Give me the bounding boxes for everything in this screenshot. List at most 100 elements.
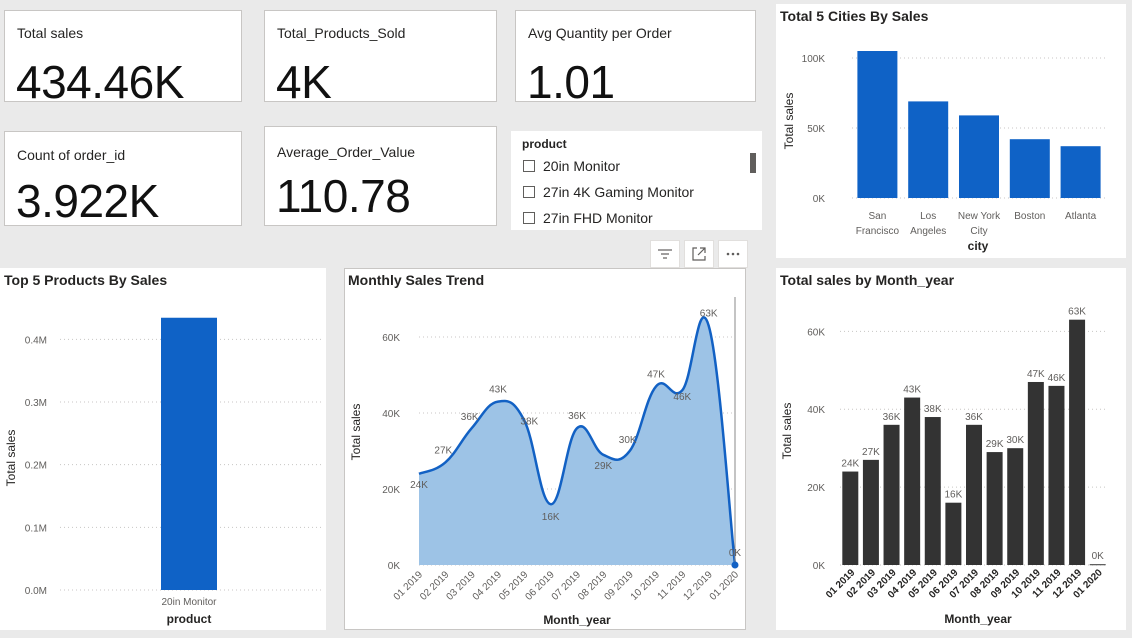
bar: [959, 115, 999, 198]
chart-products[interactable]: 0.0M 0.1M 0.2M 0.3M 0.4M 20in Monitor Total sa…: [0, 268, 326, 630]
x-tick-label: Atlanta: [1065, 211, 1097, 222]
x-axis-title: city: [968, 239, 989, 253]
data-label: 46K: [1048, 373, 1066, 384]
panel-cities: Total 5 Cities By Sales 0K 50K 100K San Fran…: [776, 4, 1126, 258]
bar: [1089, 564, 1106, 566]
x-tick-label: Los: [920, 211, 936, 222]
x-axis-title: product: [167, 612, 212, 626]
chart-cities[interactable]: 0K 50K 100K San Francisco Los Angeles New York C…: [776, 4, 1126, 258]
bar: [1069, 319, 1086, 565]
y-tick-label: 100K: [802, 54, 826, 65]
filter-button[interactable]: [650, 240, 680, 268]
x-tick-label: Francisco: [856, 226, 900, 237]
data-label: 16K: [542, 512, 560, 523]
bar: [1027, 381, 1044, 565]
kpi-value: 434.46K: [16, 56, 184, 108]
data-label: 0K: [1092, 551, 1105, 562]
kpi-value: 3.922K: [16, 175, 159, 227]
data-label: 47K: [647, 369, 665, 380]
kpi-card-average-order-value[interactable]: Average_Order_Value 110.78: [264, 126, 497, 226]
kpi-card-avg-quantity[interactable]: Avg Quantity per Order 1.01: [515, 10, 756, 108]
data-label: 47K: [1027, 369, 1045, 380]
data-label: 30K: [619, 435, 637, 446]
kpi-card-total-sales[interactable]: Total sales 434.46K: [4, 10, 242, 108]
y-axis-title: Total sales: [349, 404, 363, 461]
bar: [908, 101, 949, 198]
y-tick-label: 0.0M: [25, 586, 47, 597]
slicer-item-20in-monitor[interactable]: 20in Monitor: [523, 158, 620, 174]
x-tick-label: Boston: [1014, 211, 1045, 222]
data-label: 38K: [520, 417, 538, 428]
slicer-scrollbar[interactable]: [750, 153, 756, 173]
y-tick-label: 0K: [388, 561, 401, 572]
chart-monthly[interactable]: 0K20K40K60K24K01 201927K02 201936K03 201…: [776, 268, 1126, 630]
data-label: 36K: [965, 412, 983, 423]
y-tick-label: 20K: [382, 485, 400, 496]
slicer-item-27in-4k-gaming-monitor[interactable]: 27in 4K Gaming Monitor: [523, 184, 694, 200]
panel-trend: Monthly Sales Trend 0K 20K 40K 60K 24K 27K 36K…: [344, 268, 746, 630]
kpi-value: 1.01: [527, 56, 615, 108]
kpi-value: 4K: [276, 56, 332, 108]
kpi-value: 110.78: [276, 170, 411, 222]
product-slicer[interactable]: product 20in Monitor 27in 4K Gaming Moni…: [511, 131, 762, 230]
focus-mode-icon: [692, 247, 706, 261]
data-label: 24K: [841, 459, 859, 470]
x-tick-label: Angeles: [910, 226, 946, 237]
bar: [904, 397, 921, 565]
y-tick-label: 0K: [813, 561, 826, 572]
kpi-card-total-products-sold[interactable]: Total_Products_Sold 4K: [264, 10, 497, 108]
panel-products: Top 5 Products By Sales 0.0M 0.1M 0.2M 0.3M…: [0, 268, 326, 630]
y-tick-label: 0.3M: [25, 398, 47, 409]
data-label: 29K: [594, 461, 612, 472]
bar: [1060, 146, 1101, 198]
bar: [986, 452, 1003, 565]
kpi-label: Count of order_id: [17, 147, 126, 163]
data-label: 24K: [410, 480, 428, 491]
checkbox[interactable]: [523, 212, 535, 224]
y-axis-title: Total sales: [4, 430, 18, 487]
data-label: 63K: [1068, 307, 1086, 318]
kpi-label: Total_Products_Sold: [277, 25, 406, 41]
slicer-title: product: [522, 137, 567, 151]
y-tick-label: 60K: [807, 327, 825, 338]
y-tick-label: 50K: [807, 124, 825, 135]
focus-mode-button[interactable]: [684, 240, 714, 268]
bar: [1048, 385, 1065, 565]
chart-trend[interactable]: 0K 20K 40K 60K 24K 27K 36K 43K 38K 16K 36K 29K 30K 47…: [345, 269, 745, 629]
y-tick-label: 40K: [807, 405, 825, 416]
data-label: 63K: [700, 309, 718, 320]
checkbox[interactable]: [523, 160, 535, 172]
panel-monthly: Total sales by Month_year 0K 20K 40K 60K 24K…: [776, 268, 1126, 630]
slicer-item-label: 20in Monitor: [543, 158, 621, 174]
data-label: 36K: [461, 412, 479, 423]
data-label: 36K: [883, 412, 901, 423]
kpi-label: Total sales: [17, 25, 84, 41]
bar: [862, 459, 879, 565]
slicer-item-27in-fhd-monitor[interactable]: 27in FHD Monitor: [523, 210, 653, 226]
filter-icon: [658, 249, 672, 259]
bar: [842, 471, 859, 565]
data-label: 27K: [434, 445, 452, 456]
data-label: 38K: [924, 404, 942, 415]
data-label: 43K: [489, 385, 507, 396]
checkbox[interactable]: [523, 186, 535, 198]
data-label: 0K: [729, 548, 742, 559]
data-label: 29K: [986, 439, 1004, 450]
data-point: [731, 561, 739, 569]
y-tick-label: 0.2M: [25, 461, 47, 472]
bar: [1007, 448, 1024, 565]
data-label: 36K: [568, 411, 586, 422]
more-options-button[interactable]: [718, 240, 748, 268]
kpi-label: Average_Order_Value: [277, 144, 416, 160]
y-tick-label: 20K: [807, 483, 825, 494]
kpi-label: Avg Quantity per Order: [528, 25, 672, 41]
x-tick-label: 01 2020: [708, 569, 742, 603]
kpi-card-count-orders[interactable]: Count of order_id 3.922K: [4, 131, 242, 227]
area-fill: [419, 317, 735, 565]
data-label: 27K: [862, 447, 880, 458]
y-axis-title: Total sales: [780, 403, 794, 460]
bar: [857, 51, 898, 198]
x-tick-label: New York: [958, 211, 1001, 222]
more-options-icon: [726, 252, 740, 256]
x-tick-label: San: [869, 211, 887, 222]
